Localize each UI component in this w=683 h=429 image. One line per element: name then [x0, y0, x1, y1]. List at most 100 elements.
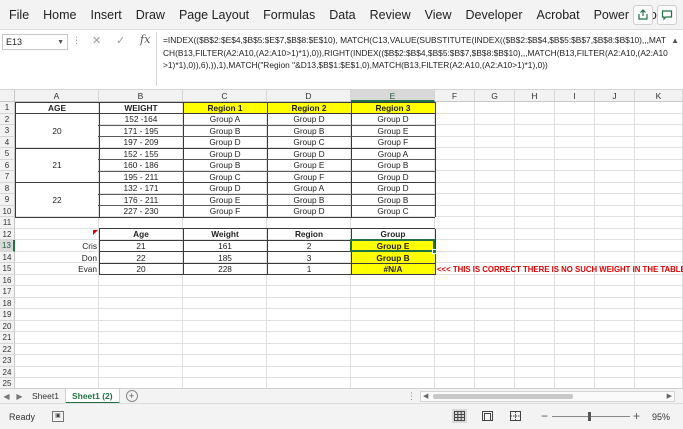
sheet-tab-sheet1-2[interactable]: Sheet1 (2) — [65, 388, 120, 404]
tab-file[interactable]: File — [0, 8, 36, 22]
weight-range-cell[interactable]: 197 - 209 — [99, 137, 183, 149]
more-icon[interactable]: ⋮ — [72, 35, 81, 46]
table-header[interactable]: Region 3 — [351, 102, 435, 114]
column-header-b[interactable]: B — [99, 90, 183, 102]
group-cell[interactable]: Group C — [351, 206, 435, 218]
weight-range-cell[interactable]: 132 - 171 — [99, 183, 183, 195]
table-header[interactable]: Region 2 — [267, 102, 351, 114]
tab-insert[interactable]: Insert — [84, 8, 129, 22]
chevron-down-icon[interactable]: ▼ — [57, 39, 64, 46]
group-cell[interactable]: Group D — [183, 137, 267, 149]
next-sheet-icon[interactable]: ▶ — [13, 392, 26, 401]
name-box[interactable]: E13 ▼ — [2, 34, 68, 50]
column-header-k[interactable]: K — [635, 90, 683, 102]
column-header-d[interactable]: D — [267, 90, 351, 102]
weight-value-cell[interactable]: 185 — [183, 252, 267, 264]
group-cell[interactable]: Group D — [351, 114, 435, 126]
page-layout-view-icon[interactable] — [480, 409, 495, 423]
more-icon[interactable]: ⋮ — [407, 391, 416, 402]
row-header-23[interactable]: 23 — [0, 355, 15, 367]
row-header-21[interactable]: 21 — [0, 332, 15, 344]
age-cell[interactable]: 22 — [15, 183, 99, 218]
row-header-12[interactable]: 12 — [0, 228, 15, 241]
scroll-left-icon[interactable]: ◀ — [423, 392, 428, 401]
comment-indicator[interactable] — [93, 229, 98, 235]
macro-record-icon[interactable]: ▣ — [52, 411, 64, 422]
table-header[interactable]: WEIGHT — [99, 102, 183, 114]
comment-icon[interactable] — [657, 5, 677, 25]
column-header-f[interactable]: F — [435, 90, 475, 102]
group-cell[interactable]: Group B — [351, 160, 435, 172]
row-header-9[interactable]: 9 — [0, 194, 15, 206]
row-header-17[interactable]: 17 — [0, 286, 15, 298]
age-value-cell[interactable]: 22 — [99, 252, 183, 264]
tab-formulas[interactable]: Formulas — [256, 8, 322, 22]
group-cell[interactable]: Group B — [267, 194, 351, 206]
row-header-1[interactable]: 1 — [0, 102, 15, 114]
lookup-header[interactable]: Age — [99, 229, 183, 241]
insert-function-icon[interactable]: fx — [140, 33, 150, 46]
weight-range-cell[interactable]: 160 - 186 — [99, 160, 183, 172]
column-header-e[interactable]: E — [351, 90, 435, 102]
row-header-11[interactable]: 11 — [0, 217, 15, 229]
person-name-cell[interactable]: Don — [15, 252, 99, 264]
row-header-24[interactable]: 24 — [0, 366, 15, 379]
row-header-22[interactable]: 22 — [0, 343, 15, 356]
column-header-h[interactable]: H — [515, 90, 555, 102]
row-header-15[interactable]: 15 — [0, 263, 15, 275]
table-header[interactable]: AGE — [15, 102, 99, 114]
group-result-cell[interactable]: Group B — [351, 251, 435, 264]
group-cell[interactable]: Group F — [183, 206, 267, 218]
group-cell[interactable]: Group E — [183, 194, 267, 206]
group-cell[interactable]: Group C — [267, 137, 351, 149]
sheet-tab-sheet1[interactable]: Sheet1 — [26, 388, 66, 404]
tab-acrobat[interactable]: Acrobat — [530, 8, 587, 22]
group-cell[interactable]: Group D — [267, 114, 351, 126]
row-header-10[interactable]: 10 — [0, 205, 15, 218]
group-result-cell[interactable]: #N/A — [351, 263, 435, 275]
tab-developer[interactable]: Developer — [459, 8, 530, 22]
group-cell[interactable]: Group D — [351, 171, 435, 183]
zoom-out-icon[interactable]: − — [541, 409, 548, 423]
tab-data[interactable]: Data — [322, 8, 362, 22]
row-header-3[interactable]: 3 — [0, 125, 15, 137]
group-cell[interactable]: Group B — [351, 194, 435, 206]
error-note[interactable]: <<< THIS IS CORRECT THERE IS NO SUCH WEI… — [435, 263, 683, 275]
zoom-in-icon[interactable]: + — [633, 409, 640, 423]
normal-view-icon[interactable] — [452, 409, 467, 423]
group-cell[interactable]: Group F — [351, 137, 435, 149]
group-cell[interactable]: Group A — [267, 183, 351, 195]
horizontal-scrollbar[interactable]: ◀ ▶ — [420, 391, 675, 402]
group-cell[interactable]: Group B — [267, 125, 351, 137]
person-name-cell[interactable]: Cris — [15, 240, 99, 252]
column-header-j[interactable]: J — [595, 90, 635, 102]
lookup-header[interactable]: Region — [267, 229, 351, 241]
weight-range-cell[interactable]: 152 - 155 — [99, 148, 183, 160]
weight-range-cell[interactable]: 195 - 211 — [99, 171, 183, 183]
row-header-19[interactable]: 19 — [0, 309, 15, 321]
tab-home[interactable]: Home — [36, 8, 83, 22]
row-header-13[interactable]: 13 — [0, 240, 15, 252]
column-header-i[interactable]: I — [555, 90, 595, 102]
zoom-slider[interactable] — [552, 416, 630, 417]
row-header-14[interactable]: 14 — [0, 251, 15, 264]
tab-draw[interactable]: Draw — [129, 8, 172, 22]
group-cell[interactable]: Group A — [351, 148, 435, 160]
add-sheet-icon[interactable]: + — [125, 390, 138, 402]
active-cell-selection[interactable] — [350, 239, 435, 252]
select-all-corner[interactable] — [0, 90, 15, 102]
region-value-cell[interactable]: 1 — [267, 263, 351, 275]
cancel-icon[interactable]: ✕ — [92, 34, 101, 47]
region-value-cell[interactable]: 3 — [267, 252, 351, 264]
lookup-header[interactable]: Weight — [183, 229, 267, 241]
table-header[interactable]: Region 1 — [183, 102, 267, 114]
column-header-a[interactable]: A — [15, 90, 99, 102]
prev-sheet-icon[interactable]: ◀ — [0, 392, 13, 401]
group-cell[interactable]: Group D — [267, 148, 351, 160]
tab-review[interactable]: Review — [363, 8, 418, 22]
group-cell[interactable]: Group D — [267, 206, 351, 218]
person-name-cell[interactable]: Evan — [15, 263, 99, 275]
zoom-level[interactable]: 95% — [652, 412, 670, 422]
column-header-g[interactable]: G — [475, 90, 515, 102]
row-header-20[interactable]: 20 — [0, 320, 15, 333]
